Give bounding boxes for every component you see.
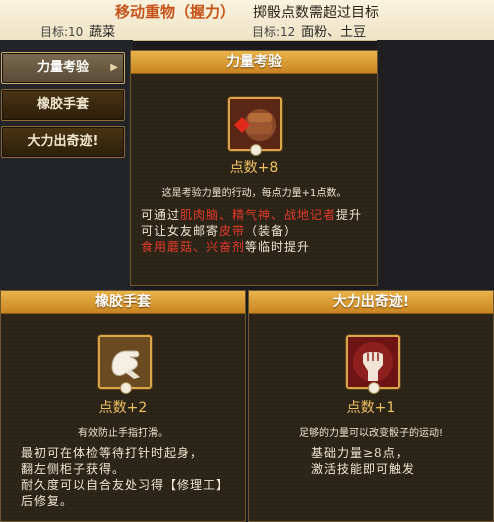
action-title: 移动重物（握力） bbox=[114, 3, 235, 21]
action-subtitle: 掷骰点数需超过目标 bbox=[253, 5, 379, 21]
sidebar-item-miracle[interactable]: 大力出奇迹! bbox=[1, 126, 125, 158]
points-value: 点数+1 bbox=[346, 400, 396, 416]
target-1-value: 蔬菜 bbox=[89, 25, 116, 40]
raised-fist-icon bbox=[346, 335, 400, 394]
hint-line-1: 基础力量≥8点， bbox=[311, 446, 409, 460]
sidebar-item-rubber-gloves[interactable]: 橡胶手套 bbox=[1, 89, 125, 121]
icon-badge bbox=[368, 382, 380, 394]
target-1-label: 目标:10 bbox=[40, 25, 84, 39]
card-rubber-gloves: 橡胶手套 点数+2 有效防止手指打滑。 最初可在体检等待打针时起身， 翻左侧柜子… bbox=[0, 290, 246, 522]
header-bar: 移动重物（握力） 掷骰点数需超过目标 目标:10 蔬菜 目标:12 面粉、土豆 bbox=[0, 0, 494, 41]
icon-badge bbox=[120, 382, 132, 394]
hint-line-4: 后修复。 bbox=[21, 494, 74, 508]
panel-title: 力量考验 bbox=[131, 51, 377, 74]
rubber-glove-icon bbox=[98, 335, 152, 394]
description: 有效防止手指打滑。 bbox=[78, 428, 168, 439]
hint-line-3: 食用蘑菇、兴奋剂等临时提升 bbox=[141, 240, 311, 254]
sidebar: 力量考验 ▶ 橡胶手套 大力出奇迹! bbox=[0, 40, 133, 290]
hint-line-2: 翻左侧柜子获得。 bbox=[21, 462, 126, 476]
hint-line-2: 可让女友邮寄皮带（装备） bbox=[141, 224, 298, 238]
target-2-value: 面粉、土豆 bbox=[301, 25, 367, 40]
hint-line-2: 激活技能即可触发 bbox=[311, 462, 416, 476]
card-title: 大力出奇迹! bbox=[249, 291, 493, 314]
card-title: 橡胶手套 bbox=[1, 291, 245, 314]
card-miracle: 大力出奇迹! 点数+1 足够的力量可以改变骰子的运动! 基础力量≥8点， 激活技… bbox=[248, 290, 494, 522]
chevron-right-icon: ▶ bbox=[110, 62, 118, 73]
icon-badge bbox=[250, 144, 262, 156]
description: 这是考验力量的行动，每点力量+1点数。 bbox=[161, 188, 347, 199]
sidebar-item-strength-test[interactable]: 力量考验 ▶ bbox=[1, 52, 125, 84]
target-2: 目标:12 面粉、土豆 bbox=[252, 21, 366, 40]
points-value: 点数+2 bbox=[98, 400, 148, 416]
target-1: 目标:10 蔬菜 bbox=[40, 21, 115, 40]
background-strip bbox=[377, 40, 494, 290]
points-value: 点数+8 bbox=[229, 160, 279, 176]
target-2-label: 目标:12 bbox=[252, 25, 296, 39]
hint-line-1: 可通过肌肉脑、精气神、战地记者提升 bbox=[141, 208, 363, 222]
sidebar-item-label: 力量考验 bbox=[36, 60, 89, 75]
hint-line-1: 最初可在体检等待打针时起身， bbox=[21, 446, 204, 460]
hint-line-3: 耐久度可以自合友处习得【修理工】 bbox=[21, 478, 230, 492]
strength-fist-icon bbox=[228, 97, 282, 156]
description: 足够的力量可以改变骰子的运动! bbox=[298, 428, 443, 439]
detail-panel: 力量考验 点数+8 这是考验力量的行动，每点力量+1点数。 可通过肌肉脑、精气神… bbox=[130, 50, 378, 286]
sidebar-item-label: 橡胶手套 bbox=[36, 97, 89, 112]
sidebar-item-label: 大力出奇迹! bbox=[27, 134, 99, 149]
page-title: 移动重物（握力） 掷骰点数需超过目标 bbox=[0, 1, 494, 22]
